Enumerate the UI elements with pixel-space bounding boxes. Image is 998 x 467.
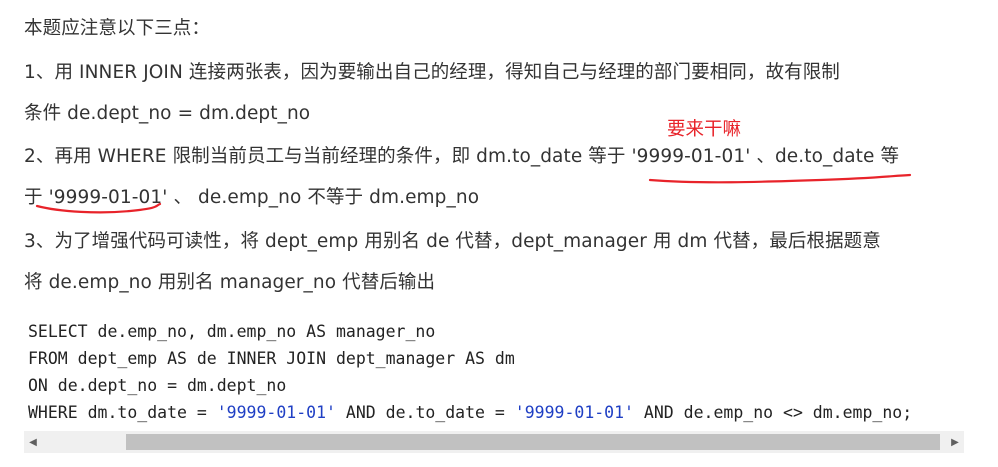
point-1-line-2: 条件 de.dept_no = dm.dept_no (24, 103, 311, 124)
point-3-line-1: 3、为了增强代码可读性，将 dept_emp 用别名 de 代替，dept_ma… (24, 231, 881, 252)
point-3-line-2: 将 de.emp_no 用别名 manager_no 代替后输出 (24, 272, 436, 293)
triangle-right-icon[interactable]: ▶ (946, 431, 964, 453)
code-line-2: FROM dept_emp AS de INNER JOIN dept_mana… (28, 349, 515, 368)
point-2-line-2: 于 '9999-01-01' 、 de.emp_no 不等于 dm.emp_no (24, 187, 480, 208)
code-line-3: ON de.dept_no = dm.dept_no (28, 376, 287, 395)
sql-code: SELECT de.emp_no, dm.emp_no AS manager_n… (28, 318, 912, 426)
underline-stroke-1 (648, 173, 912, 184)
code-line-4-part-c: AND de.emp_no <> dm.emp_no; (634, 403, 913, 422)
triangle-left-icon[interactable]: ◀ (24, 431, 42, 453)
code-line-4: WHERE dm.to_date = '9999-01-01' AND de.t… (28, 403, 912, 422)
point-2-line-1: 2、再用 WHERE 限制当前员工与当前经理的条件，即 dm.to_date 等… (24, 146, 900, 167)
string-literal-2: '9999-01-01' (514, 403, 634, 422)
scrollbar-thumb[interactable] (126, 434, 940, 450)
handwritten-annotation: 要来干嘛 (667, 119, 742, 140)
string-literal-1: '9999-01-01' (216, 403, 336, 422)
horizontal-scrollbar[interactable]: ◀ ▶ (24, 431, 964, 453)
point-1-line-1: 1、用 INNER JOIN 连接两张表，因为要输出自己的经理，得知自己与经理的… (24, 62, 840, 83)
code-line-4-part-b: AND de.to_date = (335, 403, 515, 422)
code-line-1: SELECT de.emp_no, dm.emp_no AS manager_n… (28, 322, 436, 341)
code-line-4-part-a: WHERE dm.to_date = (28, 403, 217, 422)
intro-heading: 本题应注意以下三点： (24, 18, 211, 39)
